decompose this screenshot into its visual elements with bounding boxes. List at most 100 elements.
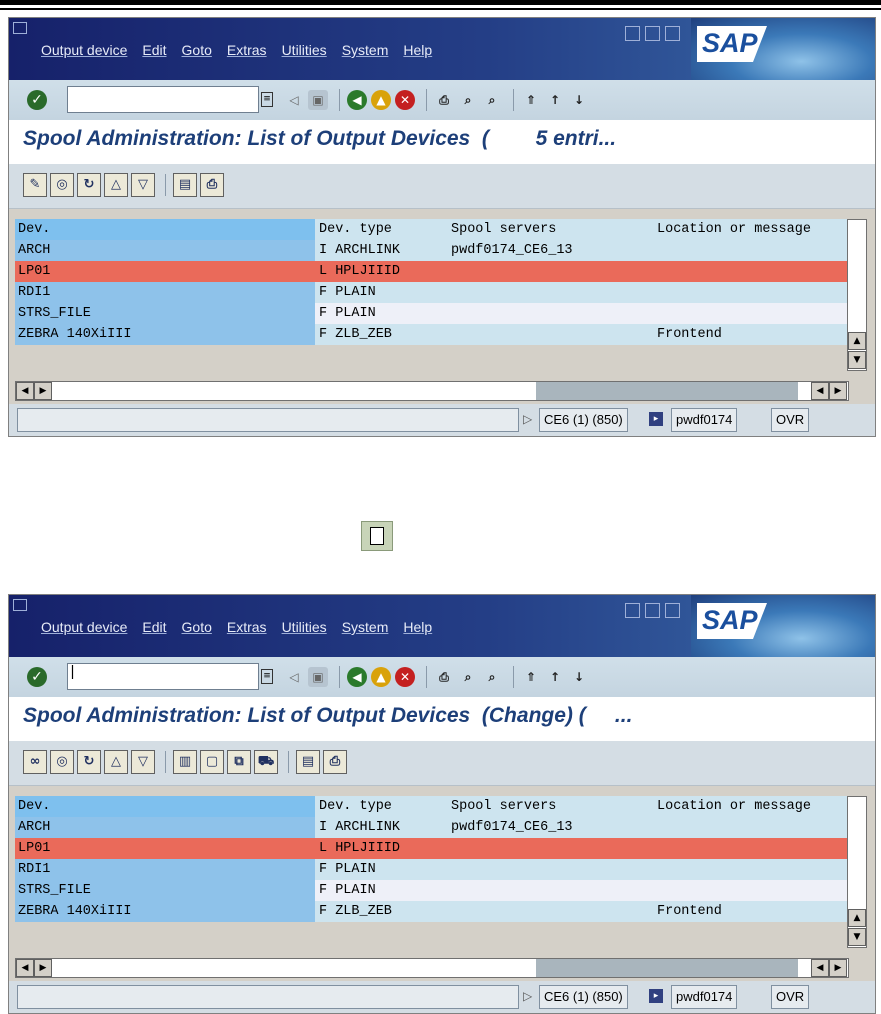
window-menu-icon[interactable] [13, 22, 27, 34]
scroll-thumb[interactable] [536, 382, 798, 400]
vertical-scrollbar[interactable]: ▲ ▼ [847, 219, 867, 371]
close-icon[interactable] [665, 603, 680, 618]
horizontal-scrollbar[interactable]: ◀ ▶ ◀ ▶ [15, 381, 849, 401]
cancel-icon[interactable]: ✕ [395, 90, 415, 110]
maximize-icon[interactable] [645, 603, 660, 618]
menu-goto[interactable]: Goto [182, 42, 212, 58]
list-item[interactable]: STRS_FILE F PLAIN [15, 880, 847, 901]
expand-status-icon[interactable]: ▷ [523, 412, 532, 426]
column-header-dev[interactable]: Dev. [15, 219, 315, 240]
exit-icon[interactable]: ▲ [371, 90, 391, 110]
menu-goto[interactable]: Goto [182, 619, 212, 635]
print-list-icon[interactable]: ⎙ [200, 173, 224, 197]
enter-check-icon[interactable]: ✓ [27, 90, 47, 110]
choose-icon[interactable]: ◎ [50, 750, 74, 774]
menu-help[interactable]: Help [403, 619, 432, 635]
copy-icon[interactable]: ⧉ [227, 750, 251, 774]
previous-page-icon[interactable]: ↑ [545, 90, 565, 110]
minimize-icon[interactable] [625, 603, 640, 618]
column-header-dev[interactable]: Dev. [15, 796, 315, 817]
back-icon[interactable]: ◀ [347, 90, 367, 110]
back-arrow-icon[interactable]: ◁ [284, 90, 304, 110]
details-icon[interactable]: ▤ [173, 173, 197, 197]
scroll-left-icon[interactable]: ◀ [811, 382, 829, 400]
scroll-right-icon[interactable]: ▶ [829, 382, 847, 400]
delete-trash-icon[interactable]: ▥ [173, 750, 197, 774]
list-item[interactable]: STRS_FILE F PLAIN [15, 303, 847, 324]
vertical-scrollbar[interactable]: ▲ ▼ [847, 796, 867, 948]
column-header-servers[interactable]: Spool servers [451, 796, 556, 817]
column-header-type[interactable]: Dev. type [319, 219, 392, 240]
menu-extras[interactable]: Extras [227, 42, 267, 58]
previous-page-icon[interactable]: ↑ [545, 667, 565, 687]
system-info-icon[interactable]: ▸ [649, 989, 663, 1003]
maximize-icon[interactable] [645, 26, 660, 41]
list-item[interactable]: ZEBRA 140XiIII F ZLB_ZEB Frontend [15, 901, 847, 922]
scroll-left-icon[interactable]: ◀ [16, 382, 34, 400]
filter-icon[interactable]: ▽ [131, 750, 155, 774]
menu-output-device[interactable]: Output device [41, 619, 127, 635]
cancel-icon[interactable]: ✕ [395, 667, 415, 687]
menu-system[interactable]: System [342, 619, 389, 635]
save-icon[interactable]: ▣ [308, 90, 328, 110]
horizontal-scrollbar[interactable]: ◀ ▶ ◀ ▶ [15, 958, 849, 978]
create-page-icon[interactable]: ▢ [200, 750, 224, 774]
filter-icon[interactable]: ▽ [131, 173, 155, 197]
change-pencil-icon[interactable]: ✎ [23, 173, 47, 197]
scroll-right-icon[interactable]: ▶ [829, 959, 847, 977]
scroll-down-icon[interactable]: ▼ [848, 928, 866, 946]
list-item-selected[interactable]: LP01 L HPLJIIID [15, 838, 847, 859]
command-history-icon[interactable]: ≡ [261, 92, 273, 107]
enter-check-icon[interactable]: ✓ [27, 667, 47, 687]
menu-system[interactable]: System [342, 42, 389, 58]
menu-utilities[interactable]: Utilities [282, 42, 327, 58]
window-menu-icon[interactable] [13, 599, 27, 611]
close-icon[interactable] [665, 26, 680, 41]
save-icon[interactable]: ▣ [308, 667, 328, 687]
menu-output-device[interactable]: Output device [41, 42, 127, 58]
next-page-icon[interactable]: ↓ [569, 90, 589, 110]
scroll-up-icon[interactable]: ▲ [848, 909, 866, 927]
refresh-icon[interactable]: ↻ [77, 173, 101, 197]
exit-icon[interactable]: ▲ [371, 667, 391, 687]
expand-status-icon[interactable]: ▷ [523, 989, 532, 1003]
print-icon[interactable]: ⎙ [434, 90, 454, 110]
find-icon[interactable]: ⌕ [458, 90, 478, 110]
menu-help[interactable]: Help [403, 42, 432, 58]
scroll-thumb[interactable] [536, 959, 798, 977]
sort-icon[interactable]: △ [104, 173, 128, 197]
find-next-icon[interactable]: ⌕ [482, 667, 502, 687]
scroll-left-icon[interactable]: ◀ [811, 959, 829, 977]
details-icon[interactable]: ▤ [296, 750, 320, 774]
column-header-location[interactable]: Location or message [657, 796, 811, 817]
system-info-icon[interactable]: ▸ [649, 412, 663, 426]
list-item[interactable]: RDI1 F PLAIN [15, 859, 847, 880]
command-field[interactable]: | [67, 663, 259, 690]
display-glasses-icon[interactable]: ∞ [23, 750, 47, 774]
next-page-icon[interactable]: ↓ [569, 667, 589, 687]
list-item[interactable]: ARCH I ARCHLINK pwdf0174_CE6_13 [15, 817, 847, 838]
menu-utilities[interactable]: Utilities [282, 619, 327, 635]
back-icon[interactable]: ◀ [347, 667, 367, 687]
first-page-icon[interactable]: ⇑ [521, 667, 541, 687]
scroll-left-icon[interactable]: ◀ [16, 959, 34, 977]
print-icon[interactable]: ⎙ [434, 667, 454, 687]
minimize-icon[interactable] [625, 26, 640, 41]
list-item[interactable]: ZEBRA 140XiIII F ZLB_ZEB Frontend [15, 324, 847, 345]
list-item[interactable]: RDI1 F PLAIN [15, 282, 847, 303]
scroll-up-icon[interactable]: ▲ [848, 332, 866, 350]
menu-edit[interactable]: Edit [142, 619, 166, 635]
list-item[interactable]: ARCH I ARCHLINK pwdf0174_CE6_13 [15, 240, 847, 261]
find-icon[interactable]: ⌕ [458, 667, 478, 687]
command-history-icon[interactable]: ≡ [261, 669, 273, 684]
list-item-selected[interactable]: LP01 L HPLJIIID [15, 261, 847, 282]
first-page-icon[interactable]: ⇑ [521, 90, 541, 110]
print-list-icon[interactable]: ⎙ [323, 750, 347, 774]
find-next-icon[interactable]: ⌕ [482, 90, 502, 110]
refresh-icon[interactable]: ↻ [77, 750, 101, 774]
scroll-right-icon[interactable]: ▶ [34, 382, 52, 400]
column-header-servers[interactable]: Spool servers [451, 219, 556, 240]
menu-extras[interactable]: Extras [227, 619, 267, 635]
column-header-type[interactable]: Dev. type [319, 796, 392, 817]
column-header-location[interactable]: Location or message [657, 219, 811, 240]
